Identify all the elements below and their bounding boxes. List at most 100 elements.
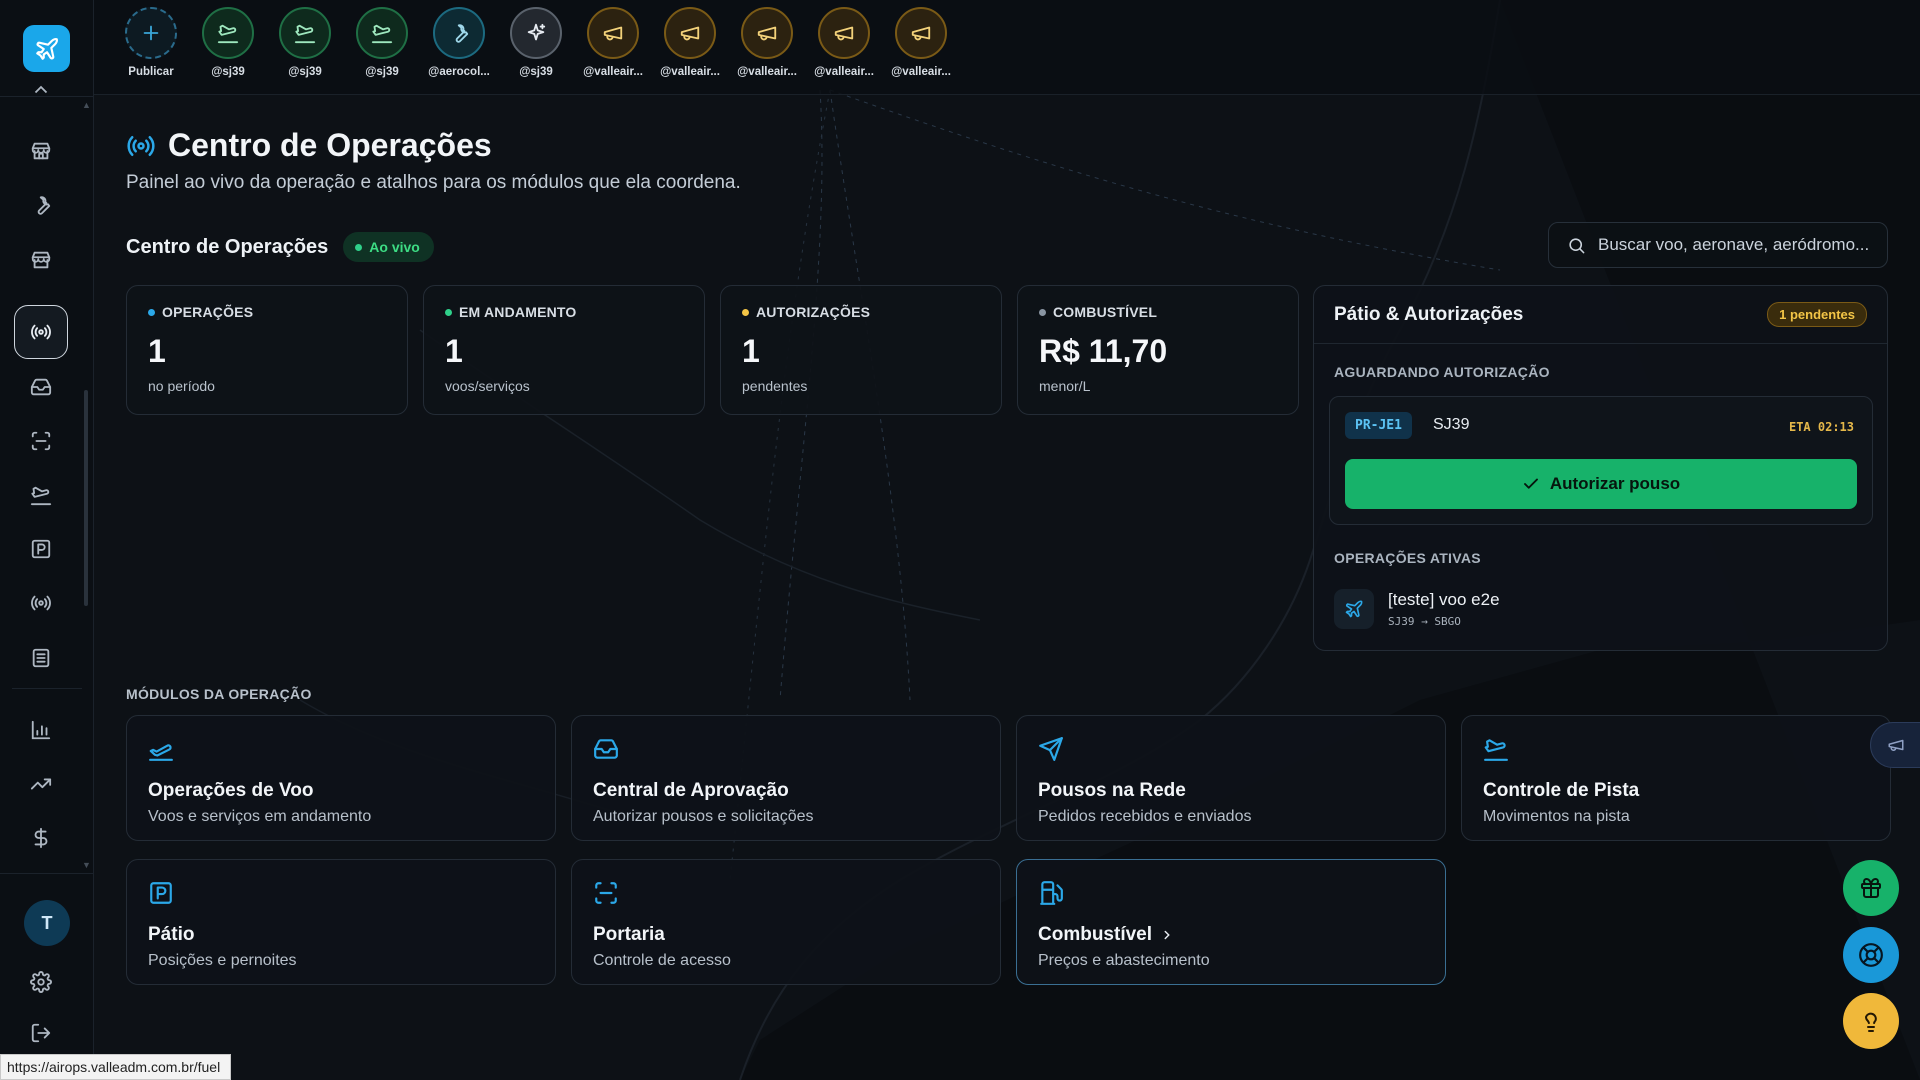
scroll-down-arrow[interactable]: ▼ (82, 860, 91, 870)
module-card[interactable]: Portaria Controle de acesso (571, 859, 1001, 985)
story-item[interactable]: @aerocol... (428, 0, 490, 92)
story-item[interactable]: @sj39 (197, 0, 259, 92)
sidebar-divider (12, 688, 82, 689)
story-avatar (895, 7, 947, 59)
app-logo[interactable] (23, 25, 70, 72)
status-dot-icon (148, 308, 155, 316)
stat-value: R$ 11,70 (1039, 333, 1168, 369)
section-header: Centro de Operações Ao vivo (126, 232, 434, 262)
support-button[interactable] (1843, 927, 1899, 983)
sidebar-item-parking[interactable] (14, 522, 68, 576)
settings-button[interactable] (14, 955, 68, 1009)
active-operation-item[interactable]: [teste] voo e2e SJ39 → SBGO (1334, 589, 1500, 629)
sparkles-icon (527, 23, 546, 41)
module-subtitle: Autorizar pousos e solicitações (593, 808, 814, 825)
radio-icon (31, 595, 51, 611)
trending-up-icon (30, 778, 52, 790)
logout-button[interactable] (14, 1006, 68, 1060)
stat-sub: pendentes (742, 378, 808, 394)
sidebar-item-list[interactable] (14, 631, 68, 685)
sidebar-scrollbar[interactable] (84, 390, 88, 606)
ideas-button[interactable] (1843, 993, 1899, 1049)
module-title-text: Pousos na Rede (1038, 780, 1186, 801)
story-item[interactable]: @sj39 (274, 0, 336, 92)
apron-authorizations-panel: Pátio & Autorizações 1 pendentes AGUARDA… (1313, 285, 1888, 651)
store-icon (31, 142, 51, 160)
announcements-tab[interactable] (1870, 722, 1920, 768)
awaiting-label: AGUARDANDO AUTORIZAÇÃO (1334, 364, 1550, 380)
story-item[interactable]: @valleair... (736, 0, 798, 92)
story-item[interactable]: @valleair... (659, 0, 721, 92)
megaphone-icon (680, 26, 700, 41)
sidebar-item-finance[interactable] (14, 811, 68, 865)
sidebar-item-operations-center[interactable] (14, 305, 68, 359)
fuel-icon (1040, 881, 1063, 905)
plane-landing-icon (294, 24, 316, 44)
story-item[interactable]: @valleair... (813, 0, 875, 92)
panel-header: Pátio & Autorizações 1 pendentes (1314, 286, 1887, 344)
story-item[interactable]: @valleair... (582, 0, 644, 92)
authorize-landing-button[interactable]: Autorizar pouso (1345, 459, 1857, 509)
module-card[interactable]: Operações de Voo Voos e serviços em andam… (126, 715, 556, 841)
stat-label: COMBUSTÍVEL (1039, 304, 1277, 320)
op-icon-box (1334, 589, 1374, 629)
sidebar-item-store-2[interactable] (14, 233, 68, 287)
story-label: @sj39 (211, 66, 245, 78)
sidebar-item-reports[interactable] (14, 703, 68, 757)
dollar-icon (34, 827, 48, 849)
aircraft-tail: PR-JE1 (1345, 412, 1412, 439)
story-avatar (433, 7, 485, 59)
sidebar-item-maintenance[interactable] (14, 178, 68, 232)
stat-sub: voos/serviços (445, 378, 530, 394)
op-route: SJ39 → SBGO (1388, 615, 1461, 628)
story-item[interactable]: @valleair... (890, 0, 952, 92)
live-label: Ao vivo (369, 239, 420, 255)
search-icon (1569, 237, 1585, 253)
sidebar-item-store[interactable] (14, 124, 68, 178)
story-avatar (279, 7, 331, 59)
search-input[interactable]: Buscar voo, aeronave, aeródromo... (1548, 222, 1888, 268)
module-card[interactable]: Central de Aprovação Autorizar pousos e s… (571, 715, 1001, 841)
stat-card[interactable]: AUTORIZAÇÕES 1 pendentes (720, 285, 1002, 415)
callsign: SJ39 (1433, 416, 1470, 433)
module-subtitle: Voos e serviços em andamento (148, 808, 372, 825)
module-subtitle: Movimentos na pista (1483, 808, 1630, 825)
module-title-text: Portaria (593, 924, 665, 945)
module-card[interactable]: Pátio Posições e pernoites (126, 859, 556, 985)
stories-bar: Publicar @sj39 @sj39 @sj39 @aerocol... @sj39 @… (120, 0, 952, 92)
scan-icon (31, 431, 51, 451)
sidebar-item-inbox[interactable] (14, 360, 68, 414)
story-item[interactable]: @sj39 (505, 0, 567, 92)
story-label: @valleair... (891, 66, 951, 78)
story-avatar (125, 7, 177, 59)
gift-button[interactable] (1843, 860, 1899, 916)
status-url: https://airops.valleadm.com.br/fuel (0, 1054, 232, 1080)
scan-icon (595, 882, 617, 904)
sidebar-item-runway[interactable] (14, 468, 68, 522)
pending-badge: 1 pendentes (1767, 302, 1867, 327)
logout-icon (31, 1023, 51, 1043)
chevron-right-icon (1164, 930, 1170, 940)
publish-story[interactable]: Publicar (120, 0, 182, 92)
megaphone-icon (834, 26, 854, 41)
sidebar-item-partial[interactable] (14, 72, 68, 102)
story-avatar (818, 7, 870, 59)
stat-card[interactable]: COMBUSTÍVEL R$ 11,70 menor/L (1017, 285, 1299, 415)
plane-landing-icon (371, 24, 393, 44)
story-item[interactable]: @sj39 (351, 0, 413, 92)
module-card[interactable]: Controle de Pista Movimentos na pista (1461, 715, 1891, 841)
store-icon (31, 251, 51, 269)
sidebar-item-scan[interactable] (14, 414, 68, 468)
stat-card[interactable]: EM ANDAMENTO 1 voos/serviços (423, 285, 705, 415)
sidebar-item-trends[interactable] (14, 757, 68, 811)
module-title: Pátio (148, 924, 534, 946)
module-card[interactable]: Combustível Preços e abastecimento (1016, 859, 1446, 985)
module-title-text: Combustível (1038, 924, 1153, 945)
sidebar-item-radio[interactable] (14, 576, 68, 630)
scroll-up-arrow[interactable]: ▲ (82, 100, 91, 110)
stat-card[interactable]: OPERAÇÕES 1 no período (126, 285, 408, 415)
story-avatar (741, 7, 793, 59)
module-subtitle: Posições e pernoites (148, 952, 297, 969)
module-card[interactable]: Pousos na Rede Pedidos recebidos e enviad… (1016, 715, 1446, 841)
avatar[interactable]: T (24, 900, 70, 946)
